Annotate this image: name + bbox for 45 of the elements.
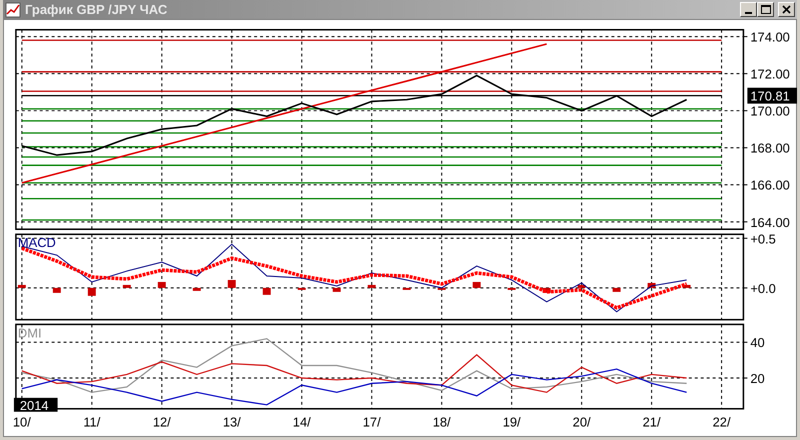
axis-label: 12/ bbox=[152, 414, 171, 430]
bar bbox=[368, 284, 376, 288]
bar bbox=[612, 288, 621, 292]
bar bbox=[158, 282, 166, 288]
bar bbox=[332, 288, 341, 292]
close-icon bbox=[782, 5, 791, 14]
minimize-button[interactable] bbox=[740, 2, 757, 17]
axis-label: 168.00 bbox=[750, 140, 790, 156]
bar bbox=[122, 284, 131, 288]
year-label: 2014 bbox=[14, 398, 58, 413]
maximize-button[interactable] bbox=[757, 2, 774, 17]
axis-label: +0.0 bbox=[750, 280, 776, 296]
price-tag: 170.81 bbox=[747, 88, 797, 104]
window-title: График GBP /JPY ЧАС bbox=[25, 2, 168, 17]
bar bbox=[88, 288, 96, 296]
axis-label: 166.00 bbox=[750, 178, 790, 193]
bar bbox=[228, 280, 236, 288]
axis-label: 21/ bbox=[642, 414, 661, 430]
axis-label: 11/ bbox=[83, 414, 100, 430]
axis-label: 40 bbox=[750, 335, 765, 350]
maximize-icon bbox=[760, 5, 770, 14]
bar bbox=[578, 284, 586, 288]
axis-label: 20/ bbox=[572, 414, 591, 430]
axis-label: 10/ bbox=[12, 414, 31, 430]
bar bbox=[192, 288, 201, 291]
panel-label: DMI bbox=[18, 325, 42, 340]
axis-label: 19/ bbox=[502, 414, 521, 430]
axis-label: 20 bbox=[750, 371, 765, 386]
axis-label: 172.00 bbox=[750, 66, 790, 82]
axis-label: 170.00 bbox=[750, 104, 790, 119]
bar bbox=[52, 288, 61, 293]
axis-label: 13/ bbox=[222, 414, 241, 430]
axis-label: 18/ bbox=[432, 414, 451, 430]
minimize-icon bbox=[745, 12, 752, 14]
axis-label: +0.5 bbox=[750, 232, 776, 246]
close-button[interactable] bbox=[778, 2, 795, 17]
bar bbox=[18, 284, 26, 288]
bar bbox=[262, 288, 271, 295]
axis-label: 17/ bbox=[362, 414, 381, 430]
axis-label: 14/ bbox=[292, 414, 311, 430]
axis-label: 22/ bbox=[712, 414, 731, 430]
axis-label: 174.00 bbox=[750, 30, 790, 45]
bar bbox=[472, 282, 481, 288]
axis-label: 164.00 bbox=[750, 214, 790, 230]
panel-label: MACD bbox=[18, 235, 56, 250]
